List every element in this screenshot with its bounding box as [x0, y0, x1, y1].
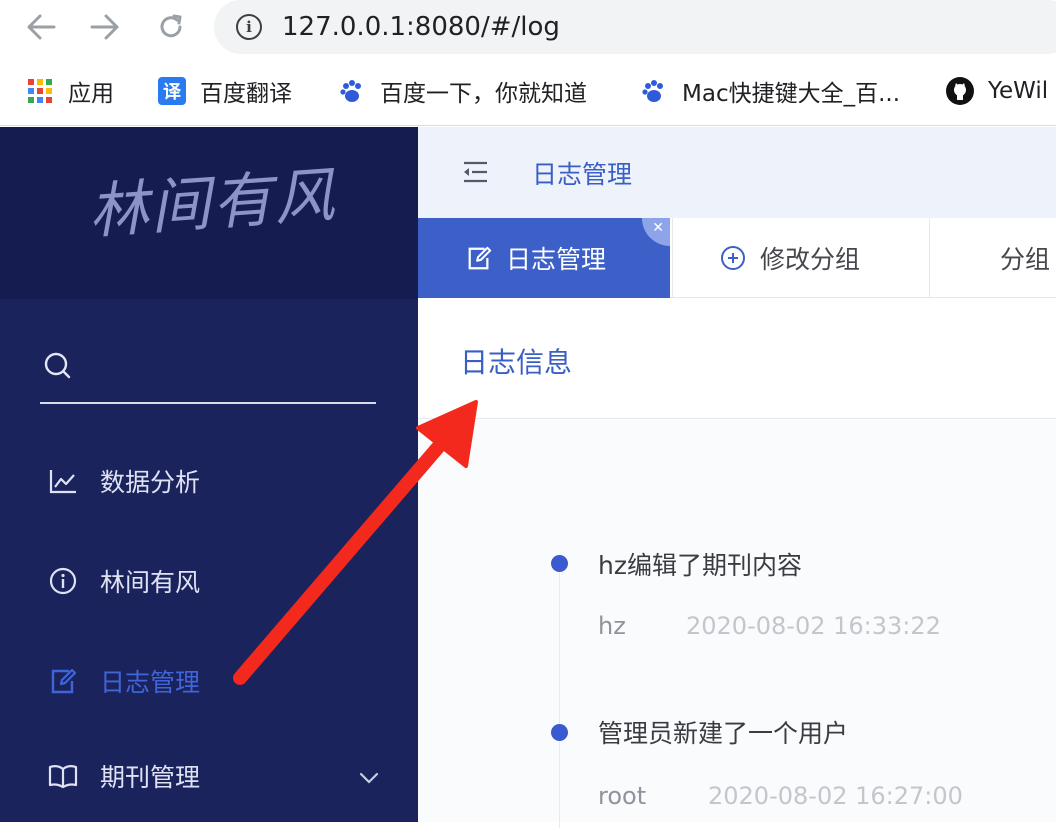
log-time: 2020-08-02 16:33:22: [686, 612, 941, 640]
bookmark-apps[interactable]: 应用: [26, 74, 114, 108]
tab-bar: 日志管理 ✕ 修改分组 分组: [418, 218, 1056, 298]
close-icon[interactable]: ✕: [642, 218, 670, 246]
timeline-dot: [551, 555, 568, 572]
bookmark-baidu[interactable]: 百度一下，你就知道: [338, 74, 587, 108]
sidebar-item-log-management[interactable]: 日志管理: [48, 661, 388, 701]
chevron-down-icon[interactable]: [358, 762, 380, 791]
bookmarks-bar: 应用 译 百度翻译 百度一下，你就知道 Mac快捷键大全_百... YeWil: [0, 54, 1056, 126]
log-user: root: [598, 782, 647, 810]
main-content: 日志管理 日志管理 ✕ 修改分组 分组 日志信息 hz编辑了期刊内容 hz 20…: [418, 127, 1056, 828]
bookmark-mac-shortcuts[interactable]: Mac快捷键大全_百...: [640, 74, 900, 108]
tab-label: 分组: [1000, 245, 1051, 274]
sidebar-item-label: 日志管理: [100, 668, 201, 697]
breadcrumb: 日志管理: [532, 160, 633, 189]
baidu-paw-icon: [338, 77, 366, 105]
reload-icon[interactable]: [154, 10, 188, 44]
sidebar-item-linjianyoufeng[interactable]: 林间有风: [48, 561, 388, 601]
logo: 林间有风: [86, 160, 339, 248]
tab-divider: [672, 218, 673, 298]
bookmark-label: 百度翻译: [200, 81, 292, 107]
baidu-paw-icon: [640, 77, 668, 105]
apps-grid-icon: [26, 77, 54, 105]
log-message: hz编辑了期刊内容: [598, 551, 802, 580]
log-time: 2020-08-02 16:27:00: [708, 782, 963, 810]
menu-fold-icon[interactable]: [462, 161, 488, 185]
site-info-icon[interactable]: i: [236, 14, 262, 40]
bookmark-github[interactable]: YeWil: [946, 74, 1048, 108]
line-chart-icon: [48, 466, 78, 496]
info-circle-icon: [48, 566, 78, 596]
bookmark-label: Mac快捷键大全_百...: [682, 81, 901, 107]
plus-circle-icon: [720, 245, 746, 271]
panel-title: 日志信息: [460, 346, 573, 379]
forward-arrow-icon[interactable]: [88, 10, 122, 44]
log-timeline: hz编辑了期刊内容 hz 2020-08-02 16:33:22 管理员新建了一…: [418, 420, 1056, 828]
bookmark-label: YeWil: [988, 78, 1049, 104]
timeline-line: [559, 568, 560, 828]
browser-toolbar: i 127.0.0.1:8080/#/log: [0, 0, 1056, 54]
sidebar-item-journal-management[interactable]: 期刊管理: [48, 756, 388, 796]
log-message: 管理员新建了一个用户: [598, 719, 849, 748]
sidebar-item-data-analysis[interactable]: 数据分析: [48, 461, 388, 501]
top-header: 日志管理: [418, 127, 1056, 218]
panel-header: 日志信息: [418, 299, 1056, 419]
log-user: hz: [598, 612, 626, 640]
tab-group[interactable]: 分组: [930, 218, 1056, 298]
logo-area: 林间有风: [0, 127, 418, 299]
sidebar-item-label: 林间有风: [100, 568, 201, 597]
tab-label: 日志管理: [506, 245, 607, 274]
sidebar: 林间有风 数据分析 林间有风 日志管理 期刊管理: [0, 127, 418, 822]
github-icon: [946, 77, 974, 105]
search-icon: [44, 352, 71, 379]
bookmark-baidu-fanyi[interactable]: 译 百度翻译: [158, 74, 292, 108]
translate-icon: 译: [158, 77, 186, 105]
timeline-dot: [551, 724, 568, 741]
url-text[interactable]: 127.0.0.1:8080/#/log: [282, 10, 560, 44]
tab-log-management[interactable]: 日志管理 ✕: [418, 218, 670, 298]
tab-edit-group[interactable]: 修改分组: [674, 218, 928, 298]
back-arrow-icon[interactable]: [24, 10, 58, 44]
sidebar-item-label: 数据分析: [100, 468, 201, 497]
bookmark-label: 应用: [68, 81, 114, 107]
book-icon: [48, 761, 78, 791]
sidebar-item-label: 期刊管理: [100, 763, 201, 792]
edit-icon: [466, 245, 492, 271]
sidebar-search[interactable]: [40, 342, 376, 404]
edit-icon: [48, 666, 78, 696]
tab-label: 修改分组: [760, 245, 861, 274]
bookmark-label: 百度一下，你就知道: [380, 81, 587, 107]
